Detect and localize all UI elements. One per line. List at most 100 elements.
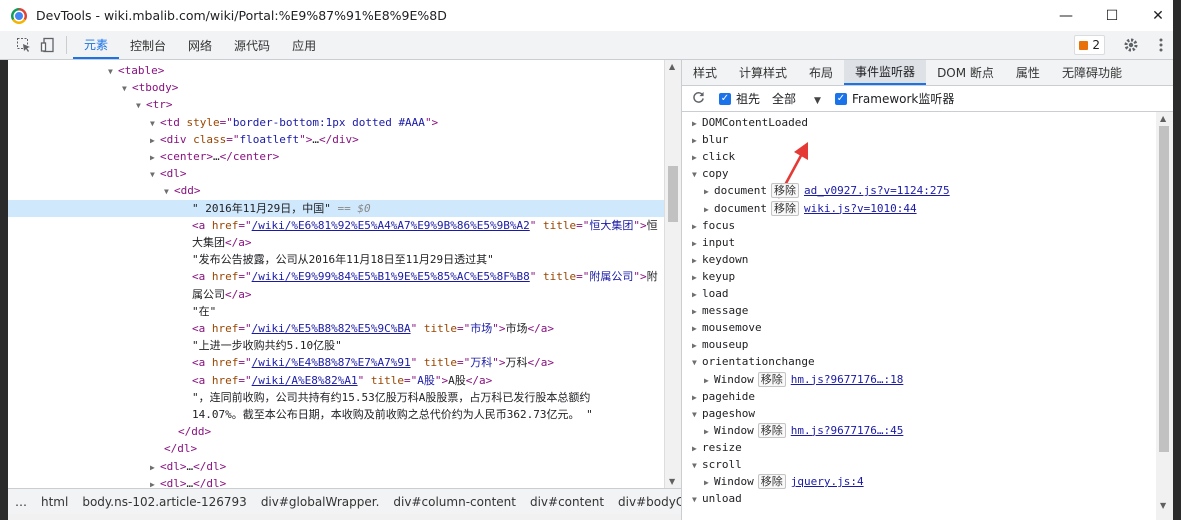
expand-triangle-icon[interactable]: ▶ [692,286,702,303]
event-listener-item[interactable]: ▶ Window 移除 jquery.js:4 [704,473,864,490]
event-listener-group[interactable]: ▼ scroll [692,456,742,473]
expand-triangle-icon[interactable]: ▶ [692,149,702,166]
breadcrumb-item[interactable]: div#globalWrapper. [254,495,387,509]
expand-triangle-icon[interactable]: ▼ [692,166,702,183]
event-listener-item[interactable]: ▶ Window 移除 hm.js?9677176…:18 [704,371,903,388]
expand-triangle-icon[interactable]: ▶ [692,115,702,132]
dom-node-line[interactable]: <a href="/wiki/%E4%B8%87%E7%A7%91" title… [8,354,664,371]
event-listener-group[interactable]: ▶ DOMContentLoaded [692,114,808,131]
maximize-button[interactable]: ☐ [1089,0,1135,31]
expand-triangle-icon[interactable]: ▼ [692,354,702,371]
more-options-icon[interactable] [1149,38,1173,52]
listener-source-link[interactable]: wiki.js?v=1010:44 [804,202,917,215]
listener-scrollbar[interactable]: ▲ ▼ [1156,112,1173,520]
dom-node-line[interactable]: ▶ <dl>…</dl> [8,475,664,488]
listener-source-link[interactable]: hm.js?9677176…:18 [791,373,904,386]
expand-triangle-icon[interactable]: ▼ [150,115,160,132]
expand-triangle-icon[interactable]: ▶ [692,389,702,406]
expand-triangle-icon[interactable]: ▶ [692,303,702,320]
expand-triangle-icon[interactable]: ▶ [692,440,702,457]
sidebar-tab-6[interactable]: 无障碍功能 [1051,60,1133,85]
expand-triangle-icon[interactable]: ▶ [150,459,160,476]
dom-node-line[interactable]: <a href="/wiki/%E5%B8%82%E5%9C%BA" title… [8,320,664,337]
listener-source-link[interactable]: ad_v0927.js?v=1124:275 [804,184,950,197]
event-listener-group[interactable]: ▶ mouseup [692,336,748,353]
event-listener-group[interactable]: ▶ resize [692,439,742,456]
event-listener-group[interactable]: ▼ orientationchange [692,353,815,370]
dom-node-line[interactable]: <a href="/wiki/%E6%81%92%E5%A4%A7%E9%9B%… [8,217,664,234]
filter-select[interactable]: 全部 ▼ [772,90,821,107]
dom-node-line[interactable]: "上进一步收购共约5.10亿股" [8,337,664,354]
event-listener-group[interactable]: ▶ pagehide [692,388,755,405]
dom-node-line[interactable]: "发布公告披露，公司从2016年11月18日至11月29日透过其" [8,251,664,268]
remove-button[interactable]: 移除 [757,371,786,387]
tab-1[interactable]: 控制台 [119,31,177,59]
listener-source-link[interactable]: jquery.js:4 [791,475,864,488]
dom-node-line[interactable]: <a href="/wiki/%E9%99%84%E5%B1%9E%E5%85%… [8,268,664,285]
sidebar-tab-3[interactable]: 事件监听器 [844,60,927,85]
refresh-icon[interactable] [692,91,705,107]
sidebar-tab-0[interactable]: 样式 [682,60,728,85]
expand-triangle-icon[interactable]: ▼ [692,406,702,423]
dom-node-line[interactable]: <a href="/wiki/A%E8%82%A1" title="A股">A股… [8,372,664,389]
sidebar-tab-4[interactable]: DOM 断点 [926,60,1005,85]
event-listener-group[interactable]: ▶ focus [692,217,735,234]
event-listener-group[interactable]: ▶ blur [692,131,729,148]
sidebar-tab-1[interactable]: 计算样式 [728,60,798,85]
dom-node-line[interactable]: " 2016年11月29日，中国" == $0 [8,199,664,217]
expand-triangle-icon[interactable]: ▶ [692,337,702,354]
expand-triangle-icon[interactable]: ▶ [150,132,160,149]
event-listener-group[interactable]: ▶ mousemove [692,319,762,336]
breadcrumb-item[interactable]: html [34,495,75,509]
minimize-button[interactable]: — [1043,0,1089,31]
event-listener-group[interactable]: ▶ keyup [692,268,735,285]
event-listener-group[interactable]: ▼ copy [692,165,729,182]
dom-node-line[interactable]: 大集团</a> [8,234,664,251]
expand-triangle-icon[interactable]: ▶ [692,269,702,286]
dom-node-line[interactable]: ▼ <td style="border-bottom:1px dotted #AA… [8,114,664,131]
remove-button[interactable]: 移除 [770,183,799,199]
breadcrumb-item[interactable]: … [8,495,34,509]
event-listener-item[interactable]: ▶ document 移除 wiki.js?v=1010:44 [704,200,917,217]
expand-triangle-icon[interactable]: ▶ [704,474,714,491]
device-toolbar-icon[interactable] [36,31,60,59]
dom-node-line[interactable]: ▼ <table> [8,62,664,79]
dom-node-line[interactable]: 14.07%。截至本公布日期，本收购及前收购之总代价约为人民币362.73亿元。… [8,406,664,423]
breadcrumb-scrollbar[interactable] [8,514,681,520]
expand-triangle-icon[interactable]: ▶ [704,201,714,218]
tab-3[interactable]: 源代码 [223,31,281,59]
remove-button[interactable]: 移除 [770,200,799,216]
breadcrumb-item[interactable]: div#column-content [386,495,523,509]
elements-scrollbar[interactable]: ▲ ▼ [664,60,682,488]
dom-node-line[interactable]: ▶ <center>…</center> [8,148,664,165]
dom-node-line[interactable]: </dl> [8,440,664,457]
breadcrumb-item[interactable]: div#content [523,495,611,509]
listener-scroll-thumb[interactable] [1159,126,1169,452]
elements-scroll-thumb[interactable] [668,166,678,222]
event-listener-group[interactable]: ▼ unload [692,490,742,507]
expand-triangle-icon[interactable]: ▶ [704,183,714,200]
tab-4[interactable]: 应用 [281,31,327,59]
remove-button[interactable]: 移除 [757,422,786,438]
dom-node-line[interactable]: ▼ <dd> [8,182,664,199]
dom-node-line[interactable]: ▶ <div class="floatleft">…</div> [8,131,664,148]
remove-button[interactable]: 移除 [757,474,786,490]
expand-triangle-icon[interactable]: ▼ [164,183,174,200]
expand-triangle-icon[interactable]: ▶ [692,235,702,252]
dom-node-line[interactable]: ▶ <dl>…</dl> [8,458,664,475]
event-listener-item[interactable]: ▶ document 移除 ad_v0927.js?v=1124:275 [704,182,950,199]
event-listener-group[interactable]: ▶ load [692,285,729,302]
gear-icon[interactable] [1119,37,1143,53]
breadcrumb-item[interactable]: div#bodyContent [611,495,681,509]
expand-triangle-icon[interactable]: ▶ [150,476,160,488]
dom-node-line[interactable]: "在" [8,303,664,320]
expand-triangle-icon[interactable]: ▼ [150,166,160,183]
inspect-element-icon[interactable] [12,31,36,59]
expand-triangle-icon[interactable]: ▼ [692,491,702,508]
expand-triangle-icon[interactable]: ▶ [150,149,160,166]
dom-node-line[interactable]: </dd> [8,423,664,440]
event-listener-item[interactable]: ▶ Window 移除 hm.js?9677176…:45 [704,422,903,439]
issues-badge[interactable]: 2 [1074,35,1105,55]
expand-triangle-icon[interactable]: ▶ [692,320,702,337]
expand-triangle-icon[interactable]: ▼ [692,457,702,474]
